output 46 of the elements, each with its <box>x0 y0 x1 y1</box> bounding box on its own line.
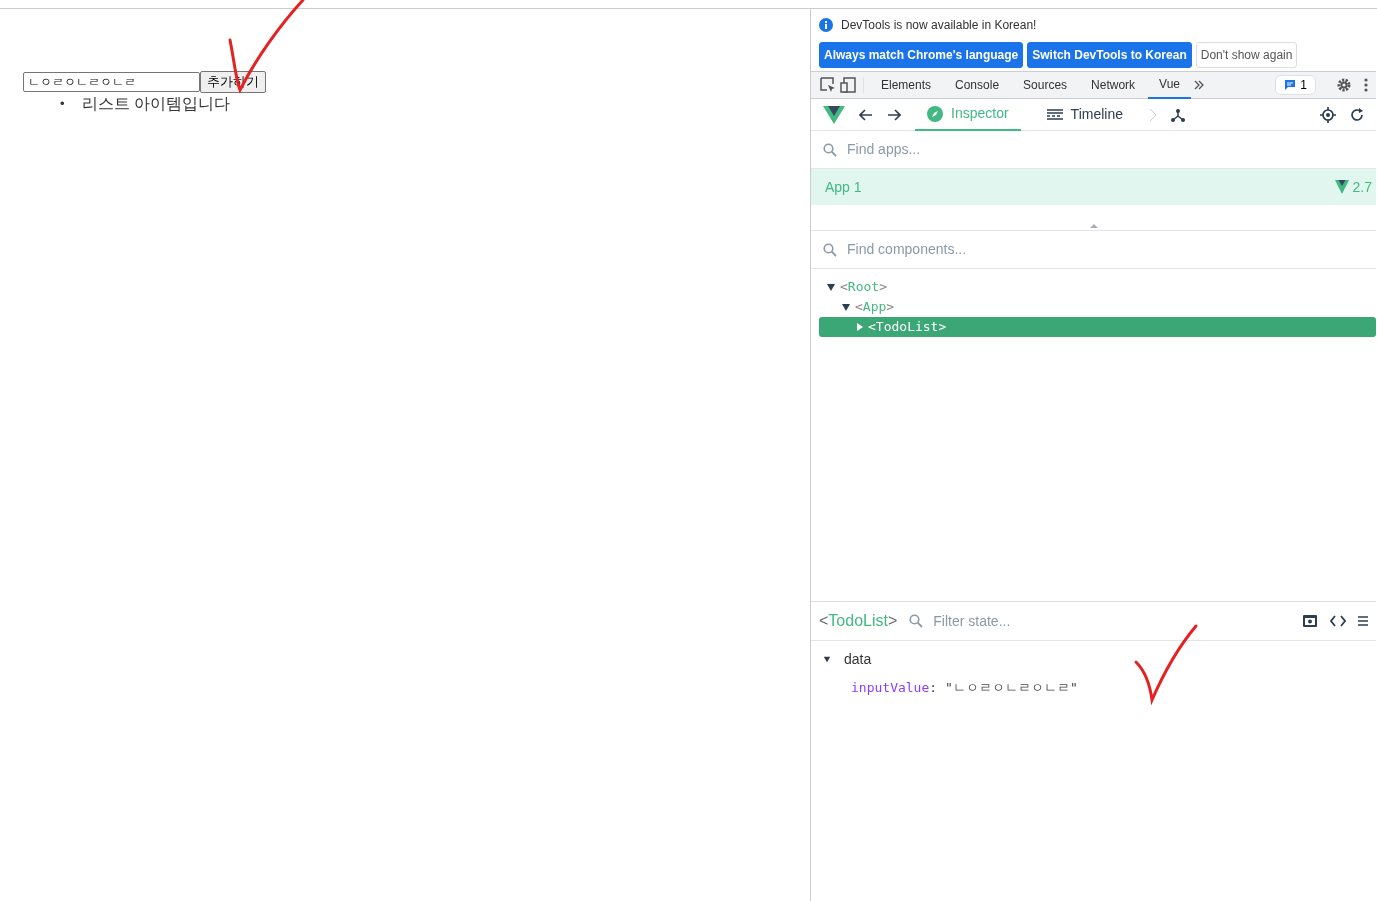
code-icon[interactable] <box>1330 615 1346 627</box>
menu-icon[interactable] <box>1358 615 1368 627</box>
panel-tab[interactable]: Network <box>1080 71 1147 99</box>
state-field: inputValue: "ㄴㅇㄹㅇㄴㄹㅇㄴㄹ" <box>823 678 1364 698</box>
app-name: App 1 <box>825 177 862 197</box>
vue-logo-icon <box>823 105 845 124</box>
notice-button[interactable]: Switch DevTools to Korean <box>1027 42 1192 68</box>
text-input[interactable]: ㄴㅇㄹㅇㄴㄹㅇㄴㄹ <box>23 72 200 92</box>
timeline-tab[interactable]: Timeline <box>1034 98 1135 131</box>
more-icon[interactable] <box>1364 77 1368 93</box>
render-code-icon[interactable] <box>1302 614 1318 628</box>
refresh-icon[interactable] <box>1350 107 1364 122</box>
vue-logo-icon <box>1334 180 1349 194</box>
compass-icon <box>927 105 943 122</box>
list-item: 리스트 아이템입니다 <box>82 94 231 114</box>
inspect-icon[interactable] <box>819 76 837 94</box>
timeline-icon <box>1046 108 1063 121</box>
vue-version: 2.7 <box>1352 177 1372 197</box>
issues-count: 1 <box>1300 77 1307 94</box>
resize-handle-icon[interactable] <box>1089 223 1098 228</box>
search-icon <box>909 614 924 628</box>
tree-node[interactable]: <App> <box>819 297 1376 317</box>
panel-tab[interactable]: Elements <box>870 71 943 99</box>
notice-button[interactable]: Always match Chrome's language <box>819 42 1024 68</box>
search-icon <box>823 242 837 257</box>
target-icon[interactable] <box>1320 106 1336 123</box>
more-tabs-icon[interactable] <box>1193 79 1205 91</box>
component-name: <TodoList> <box>819 611 898 631</box>
device-icon[interactable] <box>839 76 857 94</box>
component-tree-icon[interactable] <box>1171 107 1185 122</box>
issues-button[interactable]: 1 <box>1275 75 1316 95</box>
tree-node[interactable]: <Root> <box>819 277 1376 297</box>
panel-tab[interactable]: Console <box>944 71 1011 99</box>
bullet: • <box>60 95 66 114</box>
panel-tab[interactable]: Sources <box>1012 71 1079 99</box>
info-icon <box>819 18 833 32</box>
back-icon[interactable] <box>859 108 873 121</box>
notice-button[interactable]: Don't show again <box>1195 42 1298 68</box>
panel-tab[interactable]: Vue <box>1148 71 1191 99</box>
section-header[interactable]: data <box>823 649 1364 670</box>
search-icon <box>823 142 837 157</box>
notice-text: DevTools is now available in Korean! <box>841 17 1037 34</box>
forward-icon[interactable] <box>887 108 901 121</box>
chevron-icon <box>1149 107 1157 122</box>
message-icon <box>1284 79 1297 91</box>
settings-icon[interactable] <box>1336 77 1352 93</box>
